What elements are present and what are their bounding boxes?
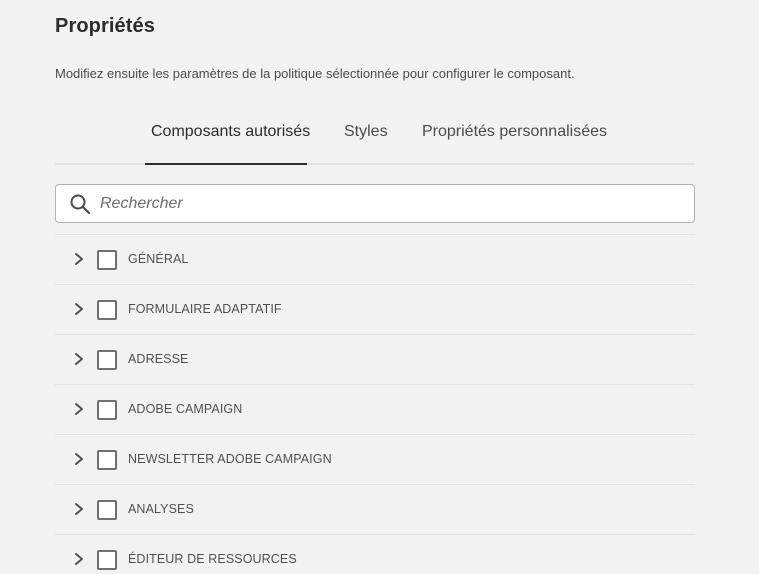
component-group-list: GÉNÉRAL FORMULAIRE ADAPTATIF ADRESSE ADO… [55, 234, 695, 574]
chevron-right-icon[interactable] [72, 552, 86, 566]
search-input[interactable] [100, 185, 680, 222]
chevron-right-icon[interactable] [72, 352, 86, 366]
group-label: ADOBE CAMPAIGN [128, 402, 243, 416]
list-item: FORMULAIRE ADAPTATIF [55, 284, 695, 334]
chevron-right-icon[interactable] [72, 502, 86, 516]
tab-custom-properties[interactable]: Propriétés personnalisées [422, 123, 607, 141]
search-icon [70, 194, 91, 215]
group-checkbox[interactable] [97, 450, 117, 470]
group-checkbox[interactable] [97, 550, 117, 570]
chevron-right-icon[interactable] [72, 452, 86, 466]
page-description: Modifiez ensuite les paramètres de la po… [55, 66, 575, 81]
group-checkbox[interactable] [97, 500, 117, 520]
page-title: Propriétés [55, 15, 155, 37]
properties-panel: Propriétés Modifiez ensuite les paramètr… [0, 0, 759, 574]
list-item: ADOBE CAMPAIGN [55, 384, 695, 434]
group-checkbox[interactable] [97, 350, 117, 370]
chevron-right-icon[interactable] [72, 302, 86, 316]
tab-allowed-components[interactable]: Composants autorisés [151, 123, 310, 141]
tab-bar: Composants autorisés Styles Propriétés p… [55, 110, 695, 165]
group-label: FORMULAIRE ADAPTATIF [128, 302, 282, 316]
list-item: ANALYSES [55, 484, 695, 534]
chevron-right-icon[interactable] [72, 252, 86, 266]
list-item: GÉNÉRAL [55, 234, 695, 284]
list-item: NEWSLETTER ADOBE CAMPAIGN [55, 434, 695, 484]
search-box [55, 184, 695, 223]
group-label: ANALYSES [128, 502, 194, 516]
group-label: GÉNÉRAL [128, 252, 189, 266]
tab-styles[interactable]: Styles [344, 123, 388, 141]
group-label: ADRESSE [128, 352, 189, 366]
group-checkbox[interactable] [97, 250, 117, 270]
chevron-right-icon[interactable] [72, 402, 86, 416]
group-checkbox[interactable] [97, 400, 117, 420]
active-tab-indicator [145, 163, 307, 165]
group-checkbox[interactable] [97, 300, 117, 320]
group-label: NEWSLETTER ADOBE CAMPAIGN [128, 452, 332, 466]
group-label: ÉDITEUR DE RESSOURCES [128, 552, 297, 566]
list-item: ÉDITEUR DE RESSOURCES [55, 534, 695, 574]
list-item: ADRESSE [55, 334, 695, 384]
